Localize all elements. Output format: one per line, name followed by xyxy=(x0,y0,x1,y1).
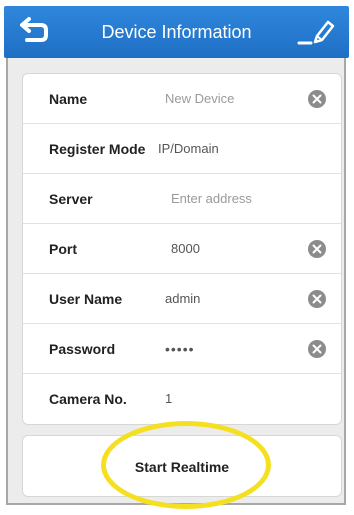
server-address-field[interactable]: Enter address xyxy=(171,174,252,224)
password-field[interactable]: ••••• xyxy=(165,324,195,374)
port-field[interactable]: 8000 xyxy=(171,224,200,274)
server-row[interactable]: Server Enter address xyxy=(23,174,341,224)
clear-password-icon[interactable] xyxy=(307,339,327,359)
port-row[interactable]: Port 8000 xyxy=(23,224,341,274)
clear-user-name-icon[interactable] xyxy=(307,289,327,309)
camera-no-label: Camera No. xyxy=(49,391,127,407)
name-field[interactable]: New Device xyxy=(165,74,234,124)
password-label: Password xyxy=(49,341,116,357)
edit-pencil-icon xyxy=(297,20,335,45)
clear-name-icon[interactable] xyxy=(307,89,327,109)
start-realtime-label: Start Realtime xyxy=(134,459,230,475)
title-bar: Device Information xyxy=(4,6,349,58)
name-row[interactable]: Name New Device xyxy=(23,74,341,124)
password-row[interactable]: Password ••••• xyxy=(23,324,341,374)
clear-port-icon[interactable] xyxy=(307,239,327,259)
server-label: Server xyxy=(49,191,93,207)
register-mode-label: Register Mode xyxy=(49,141,146,157)
user-name-row[interactable]: User Name admin xyxy=(23,274,341,324)
start-realtime-button[interactable]: Start Realtime xyxy=(22,435,342,497)
device-information-screen: Device Information Name New Device Regis… xyxy=(0,0,354,515)
device-form: Name New Device Register Mode IP/Domain … xyxy=(22,73,342,425)
port-label: Port xyxy=(49,241,77,257)
camera-no-field[interactable]: 1 xyxy=(165,374,172,424)
register-mode-row[interactable]: Register Mode IP/Domain xyxy=(23,124,341,174)
user-name-label: User Name xyxy=(49,291,123,307)
user-name-field[interactable]: admin xyxy=(165,274,200,324)
camera-no-row[interactable]: Camera No. 1 xyxy=(23,374,341,424)
edit-button[interactable] xyxy=(297,16,337,48)
name-label: Name xyxy=(49,91,88,107)
register-mode-value[interactable]: IP/Domain xyxy=(158,124,219,174)
